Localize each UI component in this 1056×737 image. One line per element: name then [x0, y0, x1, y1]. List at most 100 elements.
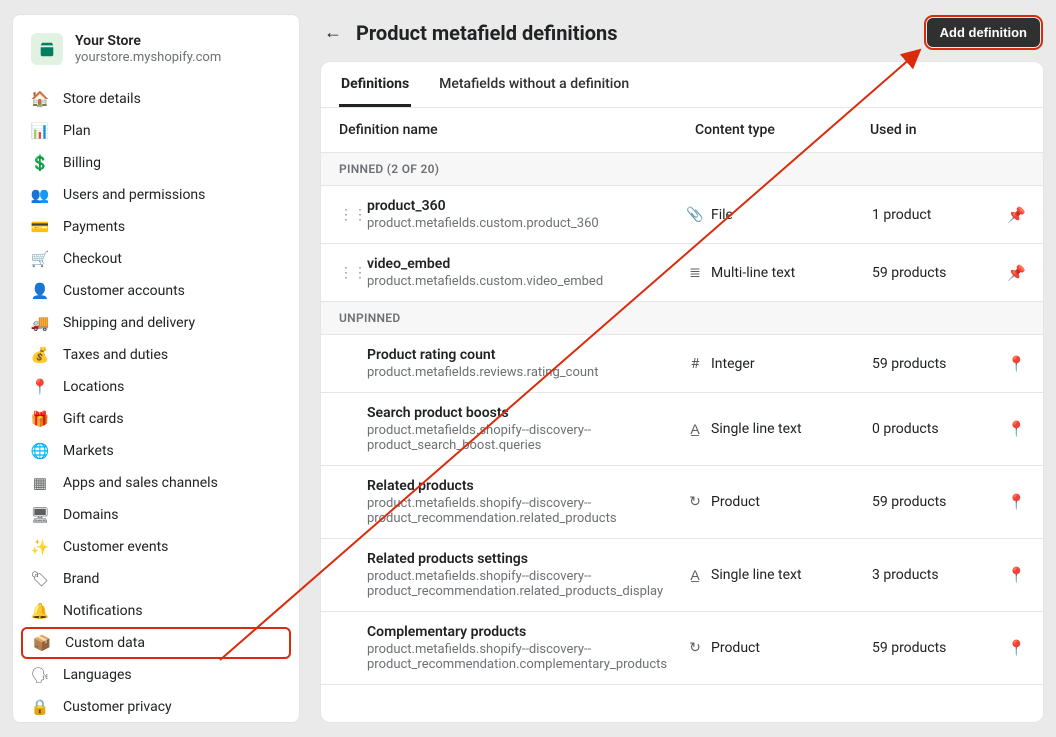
- content-type-label: Product: [711, 494, 760, 510]
- store-header: Your Store yourstore.myshopify.com: [13, 25, 299, 79]
- tabs: Definitions Metafields without a definiti…: [321, 62, 1043, 108]
- nav-label: Store details: [63, 91, 141, 107]
- nav-label: Custom data: [65, 635, 145, 651]
- sidebar-item-markets[interactable]: 🌐Markets: [13, 435, 299, 467]
- sidebar-item-checkout[interactable]: 🛒 Checkout: [13, 243, 299, 275]
- definition-path: product.metafields.shopify--discovery--p…: [367, 496, 677, 526]
- drag-handle-icon[interactable]: ⋮⋮: [339, 207, 353, 223]
- sidebar-item-custom-data[interactable]: 📦Custom data: [21, 627, 291, 659]
- definition-path: product.metafields.shopify--discovery--p…: [367, 569, 677, 599]
- nav-label: Checkout: [63, 251, 122, 267]
- content-type: ↻ Product: [687, 640, 862, 656]
- content-type-icon: ≣: [687, 265, 703, 281]
- nav-icon: 🛒: [31, 250, 49, 268]
- nav-label: Customer events: [63, 539, 168, 555]
- definition-title: product_360: [367, 198, 677, 214]
- col-definition-name: Definition name: [339, 122, 695, 138]
- content-type-icon: ↻: [687, 640, 703, 656]
- nav-icon: 📍: [31, 378, 49, 396]
- definition-title: Related products settings: [367, 551, 677, 567]
- sidebar-item-notifications[interactable]: 🔔Notifications: [13, 595, 299, 627]
- col-content-type: Content type: [695, 122, 870, 138]
- pin-button[interactable]: 📍: [1007, 420, 1025, 438]
- nav-icon: 👥: [31, 186, 49, 204]
- tab-definitions[interactable]: Definitions: [339, 62, 411, 107]
- definition-row[interactable]: ⋮⋮ video_embedproduct.metafields.custom.v…: [321, 244, 1043, 302]
- nav-icon: 🏠: [31, 90, 49, 108]
- drag-handle-icon[interactable]: ⋮⋮: [339, 265, 353, 281]
- content-type-label: File: [711, 207, 733, 223]
- row-main: Product rating countproduct.metafields.r…: [363, 347, 677, 380]
- definition-title: Search product boosts: [367, 405, 677, 421]
- nav-label: Domains: [63, 507, 118, 523]
- content-type-icon: 📎: [687, 207, 703, 223]
- add-definition-button[interactable]: Add definition: [927, 18, 1040, 47]
- back-button[interactable]: ←: [324, 22, 342, 43]
- pin-button[interactable]: 📍: [1007, 355, 1025, 373]
- sidebar-nav: 🏠 Store details 📊Plan💲Billing👥Users and pe…: [13, 83, 299, 723]
- sidebar-item-customer-events[interactable]: ✨Customer events: [13, 531, 299, 563]
- row-main: Complementary products product.metafields…: [363, 624, 677, 672]
- unpin-button[interactable]: 📌: [1007, 206, 1025, 224]
- sidebar-item-users-and-permissions[interactable]: 👥Users and permissions: [13, 179, 299, 211]
- definition-row[interactable]: ⋮⋮ product_360product.metafields.custom.p…: [321, 186, 1043, 244]
- row-main: product_360product.metafields.custom.pro…: [363, 198, 677, 231]
- settings-sidebar: Your Store yourstore.myshopify.com 🏠 Stor…: [12, 14, 300, 723]
- content-type: A̲ Single line text: [687, 421, 862, 438]
- used-in-count: 59 products: [872, 640, 997, 656]
- pin-button[interactable]: 📍: [1007, 639, 1025, 657]
- column-headers: Definition name Content type Used in: [321, 108, 1043, 153]
- used-in-count: 59 products: [872, 494, 997, 510]
- content-type-label: Single line text: [711, 567, 802, 583]
- used-in-count: 1 product: [872, 207, 997, 223]
- sidebar-item-gift-cards[interactable]: 🎁Gift cards: [13, 403, 299, 435]
- row-main: video_embedproduct.metafields.custom.vid…: [363, 256, 677, 289]
- content-type-label: Single line text: [711, 421, 802, 437]
- sidebar-item-apps-and-sales-channels[interactable]: ▦Apps and sales channels: [13, 467, 299, 499]
- tab-metafields-without-a-definition[interactable]: Metafields without a definition: [437, 62, 631, 107]
- definition-path: product.metafields.reviews.rating_count: [367, 365, 677, 380]
- row-main: Related products settings product.metafie…: [363, 551, 677, 599]
- nav-icon: 💲: [31, 154, 49, 172]
- content-type: ≣ Multi-line text: [687, 265, 862, 281]
- nav-label: Notifications: [63, 603, 143, 619]
- definition-row[interactable]: Related productsproduct.metafields.shopi…: [321, 466, 1043, 539]
- sidebar-item-customer-accounts[interactable]: 👤Customer accounts: [13, 275, 299, 307]
- row-main: Related productsproduct.metafields.shopi…: [363, 478, 677, 526]
- sidebar-item-languages[interactable]: 🗣Languages: [13, 659, 299, 691]
- sidebar-item-locations[interactable]: 📍 Locations: [13, 371, 299, 403]
- sidebar-item-shipping-and-delivery[interactable]: 🚚Shipping and delivery: [13, 307, 299, 339]
- sidebar-item-billing[interactable]: 💲Billing: [13, 147, 299, 179]
- store-domain: yourstore.myshopify.com: [75, 50, 221, 65]
- pin-button[interactable]: 📍: [1007, 566, 1025, 584]
- content-type-label: Product: [711, 640, 760, 656]
- pin-button[interactable]: 📍: [1007, 493, 1025, 511]
- sidebar-item-brand[interactable]: 🏷Brand: [13, 563, 299, 595]
- sidebar-item-payments[interactable]: 💳Payments: [13, 211, 299, 243]
- nav-icon: ▦: [31, 474, 49, 492]
- sidebar-item-store-details[interactable]: 🏠 Store details: [13, 83, 299, 115]
- used-in-count: 3 products: [872, 567, 997, 583]
- sidebar-item-domains[interactable]: 🖥Domains: [13, 499, 299, 531]
- unpin-button[interactable]: 📌: [1007, 264, 1025, 282]
- content-type: 📎 File: [687, 207, 862, 223]
- content-type-icon: A̲: [687, 567, 703, 584]
- nav-label: Plan: [63, 123, 91, 139]
- page-title: Product metafield definitions: [356, 21, 913, 45]
- sidebar-item-plan[interactable]: 📊Plan: [13, 115, 299, 147]
- content-type-label: Multi-line text: [711, 265, 795, 281]
- definition-row[interactable]: Related products settings product.metafie…: [321, 539, 1043, 612]
- definition-title: Complementary products: [367, 624, 677, 640]
- nav-icon: 🗣: [31, 666, 49, 684]
- nav-label: Locations: [63, 379, 124, 395]
- definition-row[interactable]: Product rating countproduct.metafields.r…: [321, 335, 1043, 393]
- definition-row[interactable]: Search product boostsproduct.metafields.…: [321, 393, 1043, 466]
- nav-label: Payments: [63, 219, 125, 235]
- sidebar-item-customer-privacy[interactable]: 🔒Customer privacy: [13, 691, 299, 723]
- content-type-icon: A̲: [687, 421, 703, 438]
- definition-path: product.metafields.shopify--discovery--p…: [367, 642, 677, 672]
- sidebar-item-taxes-and-duties[interactable]: 💰Taxes and duties: [13, 339, 299, 371]
- content-type: A̲ Single line text: [687, 567, 862, 584]
- definition-row[interactable]: Complementary products product.metafields…: [321, 612, 1043, 685]
- content-type-label: Integer: [711, 356, 755, 372]
